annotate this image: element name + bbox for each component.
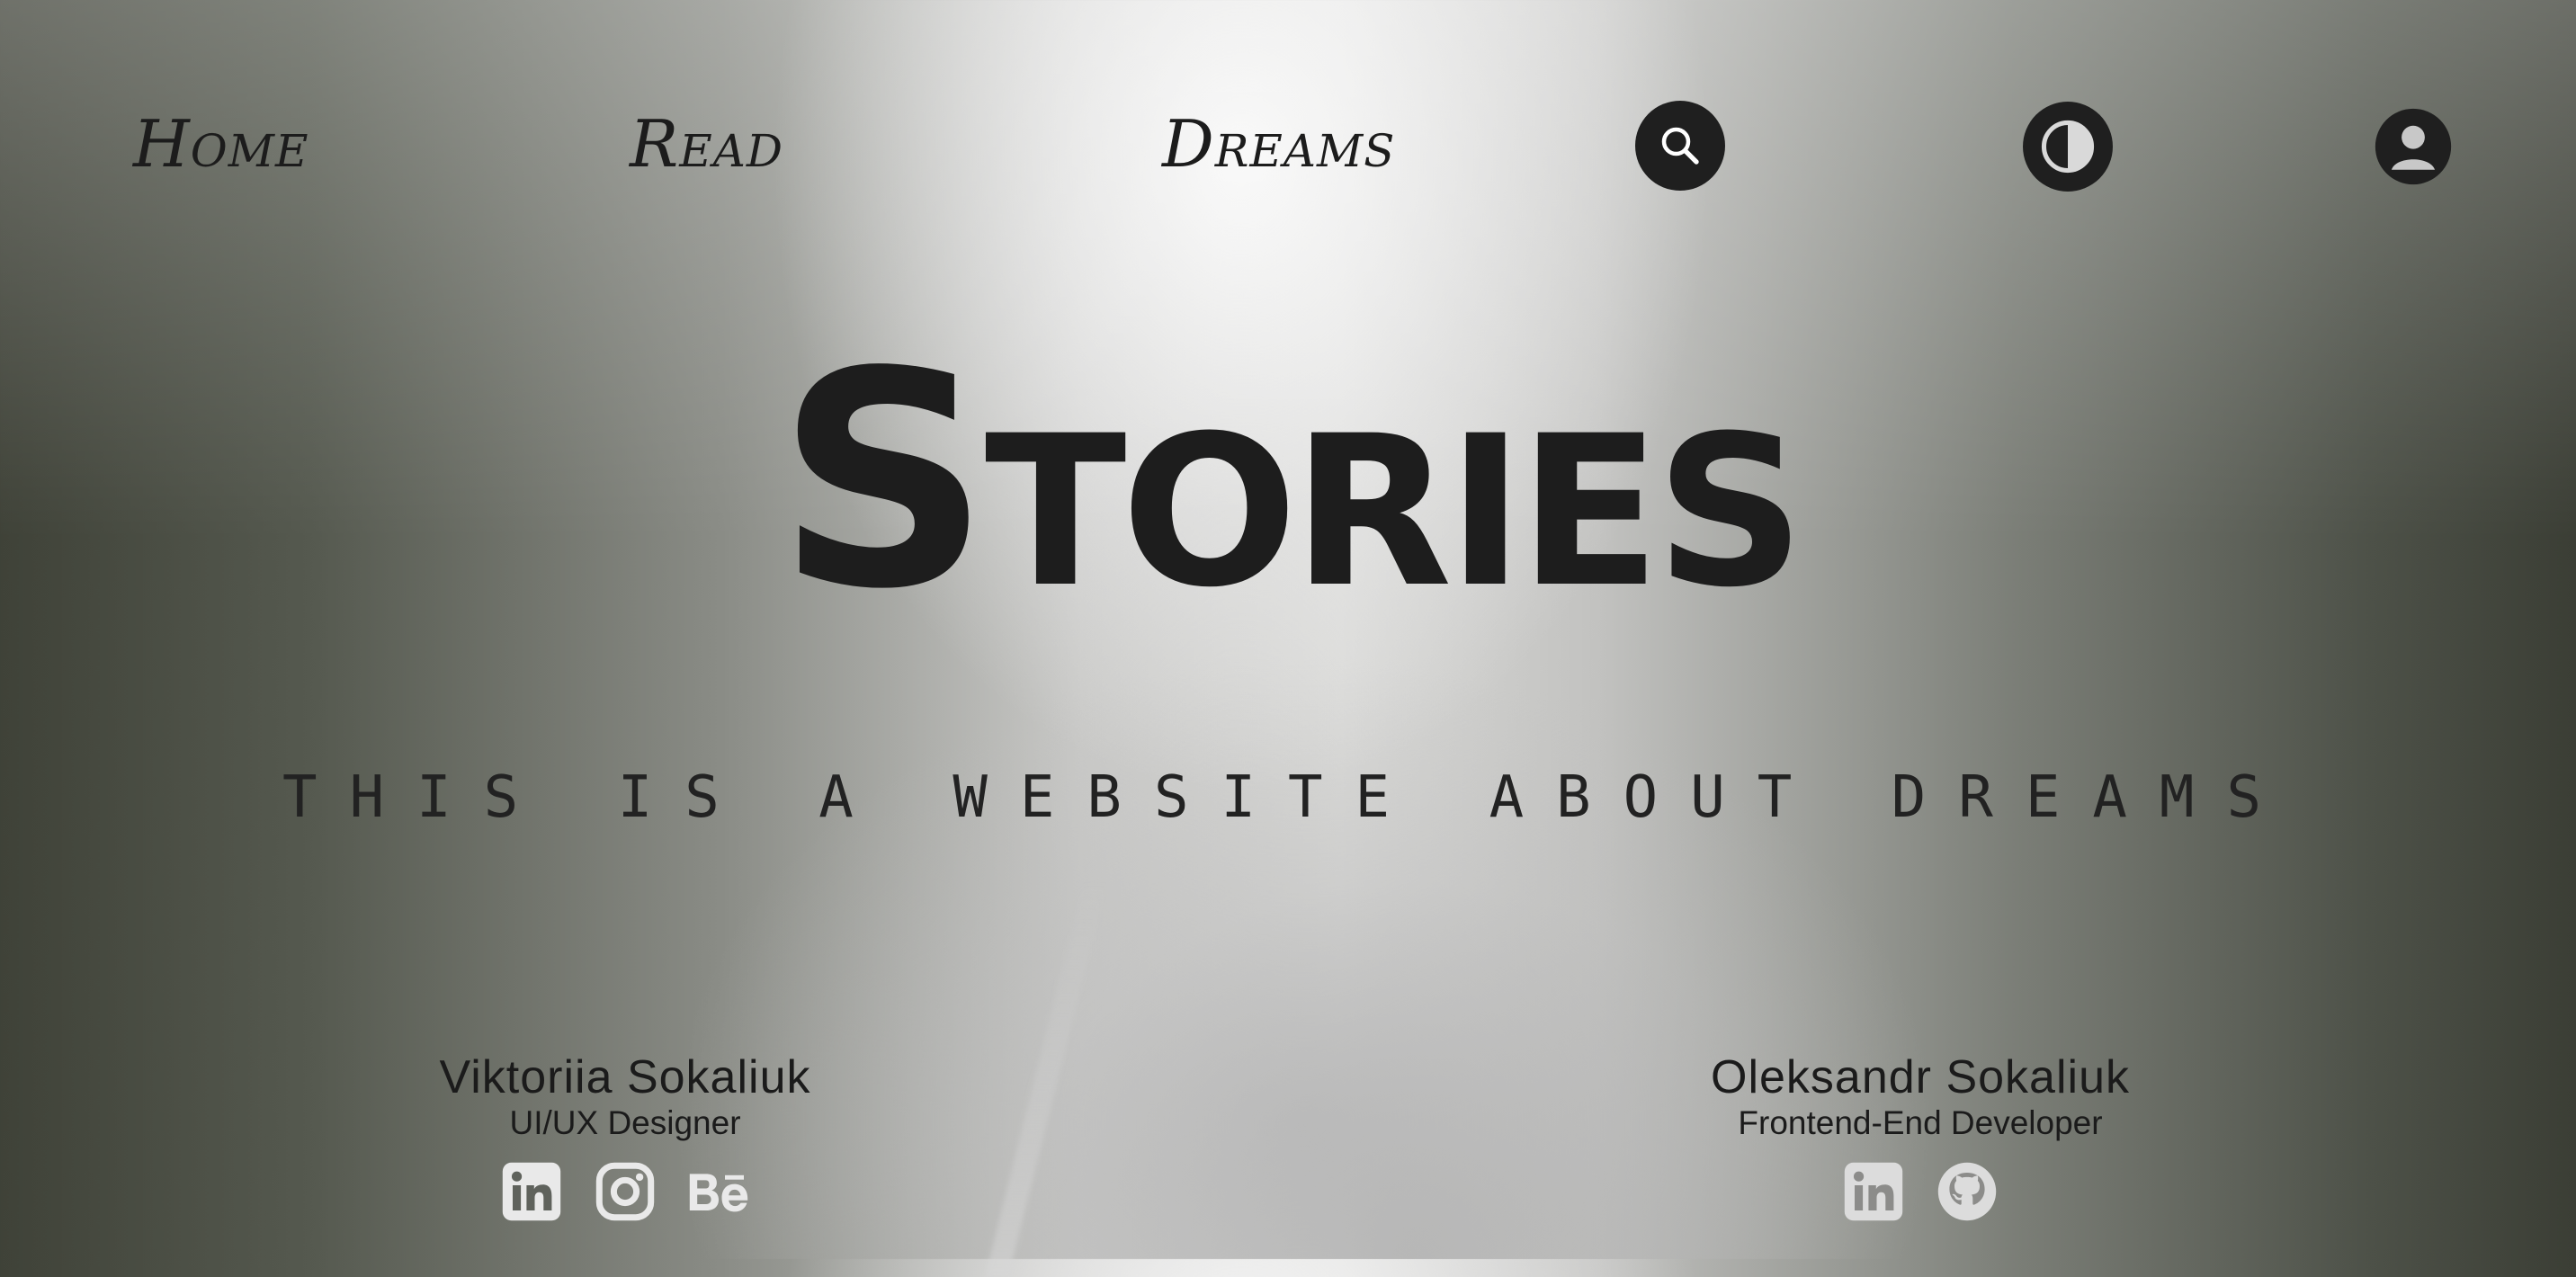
author-role: UI/UX Designer [509, 1104, 741, 1142]
linkedin-icon [1844, 1162, 1903, 1220]
search-icon [1661, 127, 1699, 165]
contrast-icon [2023, 102, 2113, 192]
github-icon [1937, 1162, 1997, 1220]
behance-link[interactable] [687, 1160, 750, 1223]
nav-home-link[interactable]: Home [133, 101, 309, 187]
user-circle-icon [2375, 108, 2452, 185]
nav-read-link[interactable]: Read [630, 101, 783, 187]
author-name: Oleksandr Sokaliuk [1711, 1051, 2130, 1103]
linkedin-link[interactable] [1842, 1160, 1905, 1223]
linkedin-link[interactable] [500, 1160, 563, 1223]
author-role: Frontend-End Developer [1738, 1104, 2103, 1142]
linkedin-icon [502, 1162, 561, 1220]
behance-icon [689, 1173, 748, 1211]
author-name: Viktoriia Sokaliuk [439, 1051, 811, 1103]
search-button[interactable] [1635, 101, 1725, 191]
author-card-developer: Oleksandr Sokaliuk Frontend-End Develope… [1606, 1051, 2235, 1223]
theme-toggle-button[interactable] [2022, 101, 2114, 192]
social-links [310, 1160, 940, 1223]
social-links [1606, 1160, 2235, 1223]
hero-subtitle: This is a website about dreams [282, 764, 2294, 831]
hero-title: Stories [776, 308, 1805, 654]
instagram-icon [595, 1162, 655, 1220]
github-link[interactable] [1936, 1160, 1999, 1223]
profile-button[interactable] [2375, 108, 2452, 185]
nav-dreams-link[interactable]: Dreams [1162, 101, 1395, 187]
author-card-designer: Viktoriia Sokaliuk UI/UX Designer [310, 1051, 940, 1223]
road-edge-background [985, 881, 1107, 1277]
instagram-link[interactable] [594, 1160, 657, 1223]
